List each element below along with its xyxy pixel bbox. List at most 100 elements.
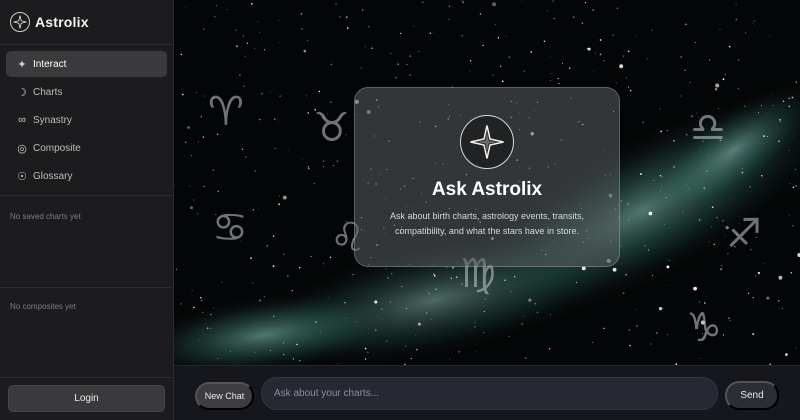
star bbox=[514, 275, 516, 278]
welcome-title: Ask Astrolix bbox=[431, 179, 543, 200]
star bbox=[360, 67, 362, 69]
star bbox=[766, 112, 768, 114]
star bbox=[644, 245, 646, 247]
brand-header: Astrolix bbox=[0, 0, 173, 45]
star bbox=[243, 85, 245, 88]
new-chat-button[interactable]: New Chat bbox=[195, 382, 254, 410]
star bbox=[792, 186, 795, 189]
star bbox=[497, 37, 500, 39]
star bbox=[462, 1, 465, 3]
star bbox=[664, 223, 666, 225]
star bbox=[258, 208, 259, 210]
star bbox=[259, 299, 261, 302]
star bbox=[568, 67, 571, 70]
star bbox=[666, 265, 670, 269]
star bbox=[744, 105, 746, 107]
star bbox=[242, 35, 245, 37]
star bbox=[552, 0, 554, 2]
star bbox=[523, 70, 525, 72]
star bbox=[666, 129, 668, 132]
star bbox=[207, 327, 209, 329]
star bbox=[659, 108, 661, 110]
star bbox=[534, 303, 537, 305]
star bbox=[737, 88, 739, 90]
sidebar-item-composite[interactable]: ◎ Composite bbox=[6, 135, 167, 161]
star bbox=[282, 342, 285, 344]
star bbox=[709, 59, 711, 61]
star bbox=[328, 297, 330, 299]
star bbox=[310, 255, 312, 258]
star bbox=[274, 148, 276, 149]
star bbox=[193, 199, 195, 201]
star bbox=[409, 74, 412, 76]
star bbox=[387, 277, 389, 279]
star bbox=[250, 2, 253, 5]
star bbox=[433, 31, 435, 33]
star bbox=[647, 58, 649, 60]
star bbox=[760, 105, 763, 107]
star bbox=[587, 47, 591, 51]
chat-input[interactable] bbox=[261, 377, 718, 410]
app-title: Astrolix bbox=[35, 14, 89, 30]
star bbox=[239, 74, 241, 76]
star bbox=[189, 185, 191, 187]
star bbox=[409, 55, 412, 57]
star bbox=[364, 358, 367, 360]
saved-charts-section: No saved charts yet bbox=[0, 196, 173, 288]
star bbox=[719, 29, 721, 31]
star bbox=[410, 357, 412, 360]
star bbox=[782, 100, 785, 103]
star bbox=[191, 289, 193, 292]
sidebar-item-synastry[interactable]: ∞ Synastry bbox=[6, 107, 167, 133]
star bbox=[619, 64, 624, 69]
star bbox=[650, 343, 652, 345]
star bbox=[592, 71, 594, 73]
star bbox=[523, 315, 525, 317]
login-area: Login bbox=[0, 377, 173, 420]
star bbox=[550, 55, 551, 57]
star bbox=[296, 343, 298, 346]
star bbox=[298, 266, 301, 269]
taurus-glyph-icon: ♉ bbox=[314, 105, 350, 151]
star bbox=[626, 77, 628, 79]
star bbox=[629, 344, 631, 347]
star bbox=[501, 80, 504, 83]
star bbox=[668, 260, 670, 261]
star bbox=[550, 314, 551, 316]
star bbox=[184, 141, 187, 143]
star bbox=[721, 267, 723, 269]
sun-icon: ☉ bbox=[17, 170, 27, 183]
sidebar-item-glossary[interactable]: ☉ Glossary bbox=[6, 163, 167, 189]
star bbox=[778, 300, 780, 302]
saved-charts-empty: No saved charts yet bbox=[10, 212, 81, 221]
login-button[interactable]: Login bbox=[8, 385, 165, 412]
star bbox=[302, 158, 304, 160]
star bbox=[660, 130, 663, 133]
star bbox=[452, 266, 454, 269]
star bbox=[430, 318, 432, 320]
star bbox=[778, 140, 780, 143]
star bbox=[521, 323, 523, 325]
star bbox=[202, 136, 204, 138]
star bbox=[699, 357, 700, 359]
star bbox=[653, 180, 654, 181]
star bbox=[745, 32, 747, 34]
star bbox=[754, 275, 757, 277]
star bbox=[625, 274, 627, 276]
welcome-card: Ask Astrolix Ask about birth charts, ast… bbox=[354, 87, 620, 267]
star bbox=[492, 74, 494, 76]
star bbox=[536, 311, 538, 313]
star bbox=[305, 95, 308, 97]
sidebar-item-charts[interactable]: ☽ Charts bbox=[6, 79, 167, 105]
star bbox=[715, 83, 720, 88]
star bbox=[693, 286, 697, 291]
star bbox=[315, 321, 317, 323]
star bbox=[698, 219, 701, 221]
send-button[interactable]: Send bbox=[725, 381, 779, 410]
star bbox=[735, 18, 738, 21]
star bbox=[210, 327, 212, 329]
sidebar-item-interact[interactable]: ✦ Interact bbox=[6, 51, 167, 77]
star bbox=[429, 32, 432, 34]
star bbox=[689, 81, 691, 83]
star bbox=[330, 63, 333, 66]
